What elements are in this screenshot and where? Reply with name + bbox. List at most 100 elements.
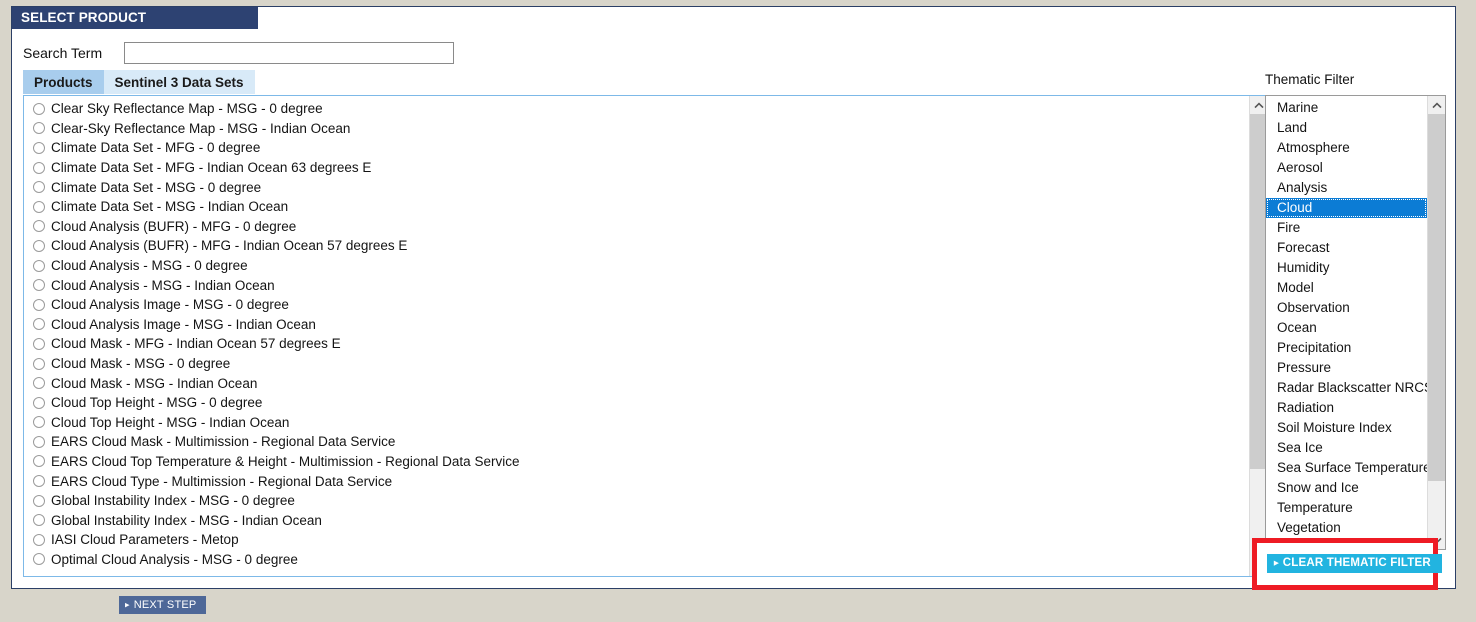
radio-button-icon[interactable] [33, 553, 45, 566]
product-list-item[interactable]: Cloud Analysis Image - MSG - 0 degree [33, 295, 1249, 315]
product-list-item[interactable]: Climate Data Set - MFG - 0 degree [33, 138, 1249, 158]
radio-button-icon[interactable] [33, 377, 45, 390]
thematic-filter-item[interactable]: Marine [1266, 98, 1427, 118]
product-list-item[interactable]: Cloud Analysis (BUFR) - MFG - Indian Oce… [33, 236, 1249, 256]
radio-button-icon[interactable] [33, 396, 45, 409]
product-label: Cloud Analysis (BUFR) - MFG - 0 degree [51, 218, 297, 234]
radio-button-icon[interactable] [33, 514, 45, 527]
radio-button-icon[interactable] [33, 494, 45, 507]
radio-button-icon[interactable] [33, 279, 45, 292]
thematic-scroll-thumb[interactable] [1428, 114, 1445, 481]
product-label: Cloud Top Height - MSG - Indian Ocean [51, 414, 290, 430]
product-label: Cloud Top Height - MSG - 0 degree [51, 395, 263, 411]
thematic-filter-item[interactable]: Sea Ice [1266, 438, 1427, 458]
radio-button-icon[interactable] [33, 416, 45, 429]
thematic-filter-item[interactable]: Atmosphere [1266, 138, 1427, 158]
thematic-scrollbar[interactable] [1427, 96, 1445, 549]
select-product-panel: SELECT PRODUCT Search Term Products Sent… [11, 6, 1456, 589]
thematic-filter-item[interactable]: Soil Moisture Index [1266, 418, 1427, 438]
play-triangle-icon: ▸ [1274, 557, 1279, 568]
product-list-item[interactable]: Clear Sky Reflectance Map - MSG - 0 degr… [33, 99, 1249, 119]
product-list-item[interactable]: Climate Data Set - MSG - Indian Ocean [33, 197, 1249, 217]
product-label: EARS Cloud Type - Multimission - Regiona… [51, 473, 393, 489]
product-list-item[interactable]: EARS Cloud Type - Multimission - Regiona… [33, 471, 1249, 491]
product-list-item[interactable]: EARS Cloud Mask - Multimission - Regiona… [33, 432, 1249, 452]
radio-button-icon[interactable] [33, 298, 45, 311]
product-list-item[interactable]: Cloud Top Height - MSG - Indian Ocean [33, 413, 1249, 433]
thematic-filter-item[interactable]: Fire [1266, 218, 1427, 238]
product-list-item[interactable]: Optimal Cloud Analysis - MSG - 0 degree [33, 550, 1249, 570]
panel-title: SELECT PRODUCT [12, 7, 258, 29]
clear-thematic-filter-button[interactable]: ▸ CLEAR THEMATIC FILTER [1267, 554, 1442, 573]
thematic-filter-list[interactable]: Marine Land Atmosphere Aerosol Analysis Cloud… [1265, 95, 1446, 550]
products-list[interactable]: Clear Sky Reflectance Map - MSG - 0 degr… [23, 95, 1268, 577]
radio-button-icon[interactable] [33, 455, 45, 468]
thematic-filter-item-selected[interactable]: Cloud [1266, 198, 1427, 218]
product-label: Cloud Analysis (BUFR) - MFG - Indian Oce… [51, 238, 408, 254]
radio-button-icon[interactable] [33, 435, 45, 448]
radio-button-icon[interactable] [33, 200, 45, 213]
thematic-filter-item[interactable]: Ocean [1266, 318, 1427, 338]
next-step-button[interactable]: ▸ NEXT STEP [119, 596, 207, 614]
product-list-item[interactable]: Climate Data Set - MFG - Indian Ocean 63… [33, 158, 1249, 178]
product-list-item[interactable]: Cloud Top Height - MSG - 0 degree [33, 393, 1249, 413]
radio-button-icon[interactable] [33, 475, 45, 488]
product-list-item[interactable]: Global Instability Index - MSG - 0 degre… [33, 491, 1249, 511]
product-list-item[interactable]: Cloud Analysis (BUFR) - MFG - 0 degree [33, 217, 1249, 237]
product-list-item[interactable]: EARS Cloud Top Temperature & Height - Mu… [33, 452, 1249, 472]
product-label: IASI Cloud Parameters - Metop [51, 532, 239, 548]
radio-button-icon[interactable] [33, 337, 45, 350]
tab-products[interactable]: Products [23, 70, 104, 94]
thematic-filter-item[interactable]: Forecast [1266, 238, 1427, 258]
product-list-item[interactable]: Cloud Mask - MFG - Indian Ocean 57 degre… [33, 334, 1249, 354]
product-label: Clear Sky Reflectance Map - MSG - 0 degr… [51, 101, 323, 117]
thematic-scroll-up-arrow-icon[interactable] [1428, 96, 1445, 114]
product-label: Cloud Analysis - MSG - Indian Ocean [51, 277, 275, 293]
products-list-items: Clear Sky Reflectance Map - MSG - 0 degr… [24, 96, 1249, 576]
thematic-filter-item[interactable]: Vegetation [1266, 518, 1427, 538]
radio-button-icon[interactable] [33, 239, 45, 252]
thematic-filter-item[interactable]: Pressure [1266, 358, 1427, 378]
thematic-filter-item[interactable]: Radar Blackscatter NRCS [1266, 378, 1433, 398]
radio-button-icon[interactable] [33, 220, 45, 233]
radio-button-icon[interactable] [33, 122, 45, 135]
product-label: Cloud Mask - MFG - Indian Ocean 57 degre… [51, 336, 341, 352]
product-list-item[interactable]: IASI Cloud Parameters - Metop [33, 530, 1249, 550]
product-list-item[interactable]: Cloud Mask - MSG - Indian Ocean [33, 373, 1249, 393]
thematic-scroll-track[interactable] [1428, 114, 1445, 531]
product-label: Cloud Analysis - MSG - 0 degree [51, 258, 248, 274]
tab-sentinel-3-data-sets[interactable]: Sentinel 3 Data Sets [103, 70, 255, 94]
product-list-item[interactable]: Cloud Mask - MSG - 0 degree [33, 354, 1249, 374]
thematic-filter-item[interactable]: Analysis [1266, 178, 1427, 198]
thematic-filter-item[interactable]: Model [1266, 278, 1427, 298]
thematic-filter-item[interactable]: Aerosol [1266, 158, 1427, 178]
thematic-filter-item[interactable]: Snow and Ice [1266, 478, 1427, 498]
radio-button-icon[interactable] [33, 259, 45, 272]
radio-button-icon[interactable] [33, 102, 45, 115]
thematic-filter-item[interactable]: Sea Surface Temperature [1266, 458, 1431, 478]
product-label: Climate Data Set - MSG - Indian Ocean [51, 199, 289, 215]
product-list-item[interactable]: Cloud Analysis - MSG - 0 degree [33, 256, 1249, 276]
product-label: Cloud Analysis Image - MSG - Indian Ocea… [51, 316, 316, 332]
product-list-item[interactable]: Cloud Analysis Image - MSG - Indian Ocea… [33, 315, 1249, 335]
thematic-filter-item[interactable]: Temperature [1266, 498, 1427, 518]
radio-button-icon[interactable] [33, 533, 45, 546]
product-list-item[interactable]: Global Instability Index - MSG - Indian … [33, 510, 1249, 530]
product-label: EARS Cloud Mask - Multimission - Regiona… [51, 434, 396, 450]
product-list-item[interactable]: Cloud Analysis - MSG - Indian Ocean [33, 275, 1249, 295]
radio-button-icon[interactable] [33, 357, 45, 370]
radio-button-icon[interactable] [33, 141, 45, 154]
product-list-item[interactable]: Climate Data Set - MSG - 0 degree [33, 177, 1249, 197]
thematic-filter-item[interactable]: Observation [1266, 298, 1427, 318]
product-list-item[interactable]: Clear-Sky Reflectance Map - MSG - Indian… [33, 119, 1249, 139]
radio-button-icon[interactable] [33, 161, 45, 174]
radio-button-icon[interactable] [33, 318, 45, 331]
thematic-filter-item[interactable]: Precipitation [1266, 338, 1427, 358]
radio-button-icon[interactable] [33, 181, 45, 194]
product-label: Global Instability Index - MSG - 0 degre… [51, 493, 295, 509]
thematic-filter-item[interactable]: Humidity [1266, 258, 1427, 278]
product-label: Clear-Sky Reflectance Map - MSG - Indian… [51, 120, 351, 136]
thematic-filter-item[interactable]: Radiation [1266, 398, 1427, 418]
thematic-filter-item[interactable]: Land [1266, 118, 1427, 138]
search-input[interactable] [124, 42, 455, 64]
